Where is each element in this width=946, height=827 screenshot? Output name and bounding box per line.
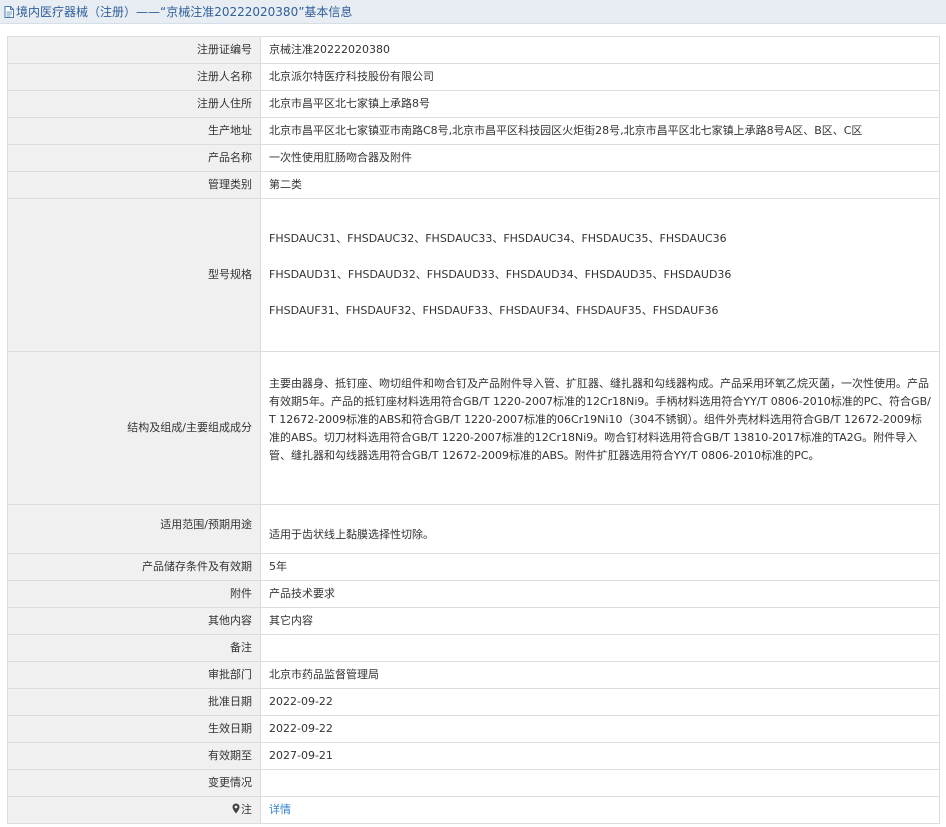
table-row: 型号规格 FHSDAUC31、FHSDAUC32、FHSDAUC33、FHSDA… — [7, 198, 940, 352]
table-row: 适用范围/预期用途 适用于齿状线上黏膜选择性切除。 — [7, 504, 940, 554]
table-row: 产品名称 一次性使用肛肠吻合器及附件 — [7, 144, 940, 172]
field-label: 生产地址 — [7, 117, 261, 145]
field-label: 适用范围/预期用途 — [7, 504, 261, 554]
table-row: 产品储存条件及有效期 5年 — [7, 553, 940, 581]
registrant-address: 北京市昌平区北七家镇上承路8号 — [260, 90, 940, 118]
other-content: 其它内容 — [260, 607, 940, 635]
table-row: 生产地址 北京市昌平区北七家镇亚市南路C8号,北京市昌平区科技园区火炬街28号,… — [7, 117, 940, 145]
table-row: 结构及组成/主要组成成分 主要由器身、抵钉座、吻切组件和吻合钉及产品附件导入管、… — [7, 351, 940, 505]
field-label: 注 — [7, 796, 261, 824]
table-row: 附件 产品技术要求 — [7, 580, 940, 608]
model-line: FHSDAUF31、FHSDAUF32、FHSDAUF33、FHSDAUF34、… — [269, 304, 719, 317]
field-label: 附件 — [7, 580, 261, 608]
field-label: 审批部门 — [7, 661, 261, 689]
production-address: 北京市昌平区北七家镇亚市南路C8号,北京市昌平区科技园区火炬街28号,北京市昌平… — [260, 117, 940, 145]
table-row: 其他内容 其它内容 — [7, 607, 940, 635]
field-label: 生效日期 — [7, 715, 261, 743]
structure-text: 主要由器身、抵钉座、吻切组件和吻合钉及产品附件导入管、扩肛器、缝扎器和勾线器构成… — [269, 377, 931, 462]
document-icon — [4, 5, 14, 18]
approval-date: 2022-09-22 — [260, 688, 940, 716]
table-row: 注 详情 — [7, 796, 940, 824]
note-label: 注 — [241, 803, 252, 816]
page-header: 境内医疗器械（注册）——“京械注准20222020380”基本信息 — [0, 0, 946, 24]
model-line: FHSDAUD31、FHSDAUD32、FHSDAUD33、FHSDAUD34、… — [269, 268, 732, 281]
change-history — [260, 769, 940, 797]
field-label: 产品名称 — [7, 144, 261, 172]
model-specifications: FHSDAUC31、FHSDAUC32、FHSDAUC33、FHSDAUC34、… — [260, 198, 940, 352]
location-pin-icon — [232, 803, 240, 814]
registration-number: 京械注准20222020380 — [260, 36, 940, 64]
table-row: 备注 — [7, 634, 940, 662]
table-row: 注册人名称 北京派尔特医疗科技股份有限公司 — [7, 63, 940, 91]
table-row: 审批部门 北京市药品监督管理局 — [7, 661, 940, 689]
intended-use-text: 适用于齿状线上黏膜选择性切除。 — [269, 528, 434, 541]
page-title: 境内医疗器械（注册）——“京械注准20222020380”基本信息 — [16, 5, 353, 19]
remarks — [260, 634, 940, 662]
table-row: 注册人住所 北京市昌平区北七家镇上承路8号 — [7, 90, 940, 118]
intended-use: 适用于齿状线上黏膜选择性切除。 — [260, 504, 940, 554]
field-label: 批准日期 — [7, 688, 261, 716]
table-row: 生效日期 2022-09-22 — [7, 715, 940, 743]
field-label: 有效期至 — [7, 742, 261, 770]
storage-validity: 5年 — [260, 553, 940, 581]
note-cell: 详情 — [260, 796, 940, 824]
table-row: 管理类别 第二类 — [7, 171, 940, 199]
field-label: 注册证编号 — [7, 36, 261, 64]
field-label: 注册人住所 — [7, 90, 261, 118]
registration-info-table: 注册证编号 京械注准20222020380 注册人名称 北京派尔特医疗科技股份有… — [7, 36, 940, 824]
field-label: 产品储存条件及有效期 — [7, 553, 261, 581]
field-label: 变更情况 — [7, 769, 261, 797]
field-label: 注册人名称 — [7, 63, 261, 91]
model-line: FHSDAUC31、FHSDAUC32、FHSDAUC33、FHSDAUC34、… — [269, 232, 727, 245]
field-label: 管理类别 — [7, 171, 261, 199]
table-row: 有效期至 2027-09-21 — [7, 742, 940, 770]
effective-date: 2022-09-22 — [260, 715, 940, 743]
structure-composition: 主要由器身、抵钉座、吻切组件和吻合钉及产品附件导入管、扩肛器、缝扎器和勾线器构成… — [260, 351, 940, 505]
table-row: 批准日期 2022-09-22 — [7, 688, 940, 716]
expiry-date: 2027-09-21 — [260, 742, 940, 770]
table-row: 变更情况 — [7, 769, 940, 797]
scope-label: 适用范围/预期用途 — [160, 518, 252, 531]
details-link[interactable]: 详情 — [269, 803, 291, 816]
product-name: 一次性使用肛肠吻合器及附件 — [260, 144, 940, 172]
field-label: 其他内容 — [7, 607, 261, 635]
field-label: 备注 — [7, 634, 261, 662]
registrant-name: 北京派尔特医疗科技股份有限公司 — [260, 63, 940, 91]
field-label: 结构及组成/主要组成成分 — [7, 351, 261, 505]
table-row: 注册证编号 京械注准20222020380 — [7, 36, 940, 64]
management-category: 第二类 — [260, 171, 940, 199]
approval-department: 北京市药品监督管理局 — [260, 661, 940, 689]
field-label: 型号规格 — [7, 198, 261, 352]
attachment: 产品技术要求 — [260, 580, 940, 608]
